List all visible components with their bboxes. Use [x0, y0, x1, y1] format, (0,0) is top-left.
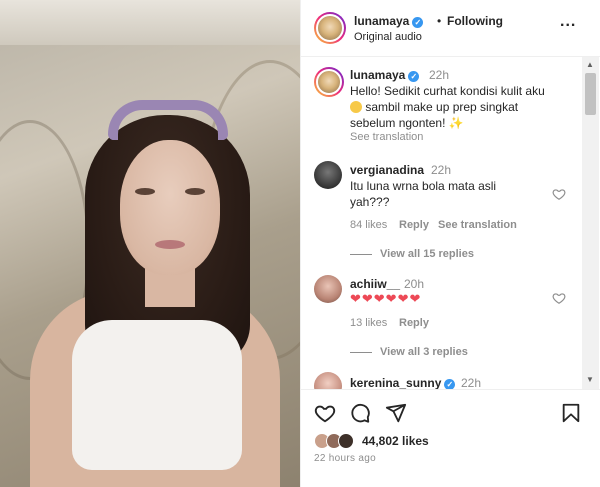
verified-icon: ✓	[444, 379, 456, 389]
separator-dot: •	[437, 14, 442, 28]
caption-see-translation[interactable]: See translation	[350, 131, 423, 143]
comments-scrollbar[interactable]: ▲ ▼	[582, 57, 599, 389]
comment-time: 22h	[461, 376, 482, 389]
comment-time: 22h	[431, 163, 452, 177]
commenter-username[interactable]: achiiw__	[350, 277, 400, 291]
comment-time: 20h	[404, 277, 425, 291]
caption-username[interactable]: lunamaya ✓	[350, 68, 420, 82]
comment-text: ❤❤❤❤❤❤	[350, 291, 422, 306]
sparkle-icon: ✨	[448, 116, 464, 130]
liker-avatar[interactable]	[338, 433, 354, 449]
scroll-down-icon[interactable]: ▼	[586, 375, 594, 384]
post-actions: 44,802 likes 22 hours ago	[301, 389, 600, 487]
post-header: lunamaya ✓ • Following Original audio ...	[301, 0, 600, 57]
likes-count[interactable]: 44,802 likes	[362, 434, 429, 448]
comment-likes[interactable]: 84 likes	[350, 219, 387, 231]
caption-text: Hello! Sedikit curhat kondisi kulit aku …	[350, 84, 545, 130]
comment-icon[interactable]	[349, 402, 371, 424]
post-photo[interactable]	[0, 0, 300, 487]
verified-icon: ✓	[412, 17, 424, 28]
reply-button[interactable]: Reply	[399, 317, 429, 329]
subject-face	[120, 140, 220, 275]
subject-lips	[155, 240, 185, 249]
following-button[interactable]: Following	[447, 14, 503, 28]
verified-icon: ✓	[408, 71, 420, 82]
view-replies-line	[350, 352, 372, 353]
post-side-panel: lunamaya ✓ • Following Original audio ...…	[300, 0, 600, 487]
commenter-username[interactable]: kerenina_sunny ✓	[350, 376, 456, 389]
ceiling	[0, 0, 300, 45]
author-avatar[interactable]	[314, 12, 346, 44]
like-icon[interactable]	[314, 402, 336, 424]
comments-list[interactable]: lunamaya ✓ 22h Hello! Sedikit curhat kond…	[301, 57, 600, 389]
subject-eye	[135, 188, 155, 195]
commenter-avatar[interactable]	[314, 275, 342, 303]
caption-avatar[interactable]	[314, 67, 344, 97]
comment-likes[interactable]: 13 likes	[350, 317, 387, 329]
headband	[108, 100, 228, 140]
comment-text: Itu luna wrna bola mata asli yah???	[350, 179, 497, 209]
share-icon[interactable]	[385, 402, 407, 424]
view-replies-button[interactable]: View all 3 replies	[380, 346, 468, 358]
like-comment-icon[interactable]	[552, 187, 566, 201]
reply-button[interactable]: Reply	[399, 219, 429, 231]
view-replies-button[interactable]: View all 15 replies	[380, 248, 474, 260]
commenter-username[interactable]: vergianadina	[350, 163, 424, 177]
more-options-icon[interactable]: ...	[560, 13, 576, 31]
post-time-ago[interactable]: 22 hours ago	[314, 453, 376, 464]
save-bookmark-icon[interactable]	[560, 402, 582, 424]
caption-time: 22h	[429, 68, 450, 82]
audio-link[interactable]: Original audio	[354, 31, 422, 43]
scroll-thumb[interactable]	[585, 73, 596, 115]
white-top	[72, 320, 242, 470]
commenter-avatar[interactable]	[314, 161, 342, 189]
author-username[interactable]: lunamaya ✓	[354, 14, 424, 28]
see-translation-button[interactable]: See translation	[438, 219, 517, 231]
grimace-emoji-icon	[350, 101, 362, 113]
subject-eye	[185, 188, 205, 195]
view-replies-line	[350, 254, 372, 255]
commenter-avatar[interactable]	[314, 372, 342, 389]
scroll-up-icon[interactable]: ▲	[586, 60, 594, 69]
like-comment-icon[interactable]	[552, 291, 566, 305]
